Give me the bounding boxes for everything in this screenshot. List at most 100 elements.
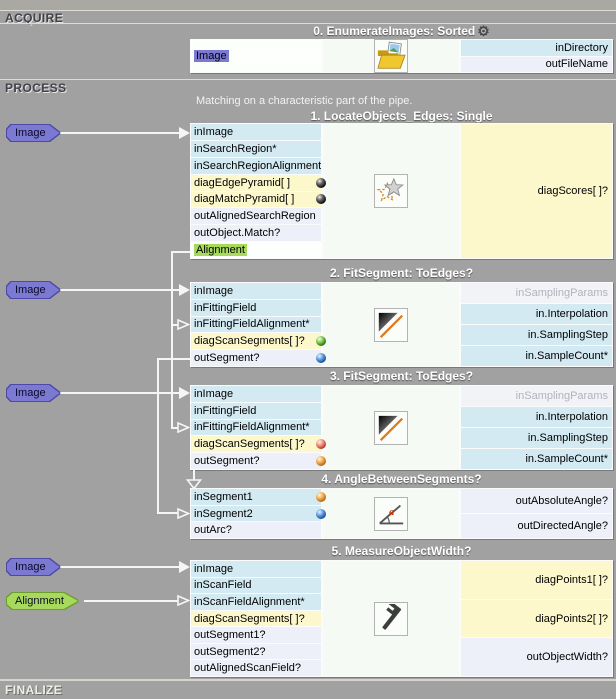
output-row[interactable]: outSegment?: [191, 350, 321, 366]
filter-icon-cell[interactable]: [321, 386, 461, 469]
output-row[interactable]: outObject.Match?: [191, 225, 321, 242]
params-cell[interactable]: diagScores[ ]?: [461, 124, 612, 258]
diag-row[interactable]: diagEdgePyramid[ ]: [191, 175, 321, 192]
ports-cell[interactable]: inSegment1 inSegment2 outArc?: [191, 489, 321, 538]
comment-text[interactable]: Matching on a characteristic part of the…: [196, 95, 412, 107]
param-row[interactable]: outDirectedAngle?: [461, 514, 612, 538]
wire: [157, 358, 190, 360]
filter-block-fit-segment-2[interactable]: inImage inFittingField inFittingFieldAli…: [190, 385, 613, 470]
output-cell[interactable]: outObjectWidth?: [461, 638, 612, 676]
input-row[interactable]: inImage: [191, 124, 321, 141]
input-row[interactable]: inFittingField: [191, 300, 321, 317]
pill-label[interactable]: Image: [7, 385, 60, 401]
gear-icon[interactable]: ⚙: [477, 23, 490, 39]
filter-icon-cell[interactable]: [321, 124, 461, 258]
outputs-cell[interactable]: Image: [191, 40, 321, 72]
output-row[interactable]: outSegment1?: [191, 627, 321, 644]
filter-block-enumerate-images[interactable]: Image inDirectory outFileName: [190, 39, 613, 73]
input-row[interactable]: inImage: [191, 386, 321, 403]
macro-input-image-3[interactable]: Image: [7, 385, 60, 401]
input-row[interactable]: inImage: [191, 283, 321, 300]
input-row[interactable]: inFittingFieldAlignment*: [191, 420, 321, 437]
wire: [157, 358, 159, 514]
diag-row[interactable]: diagScanSegments[ ]?: [191, 611, 321, 628]
output-row[interactable]: outSegment?: [191, 453, 321, 469]
param-row[interactable]: outFileName: [461, 57, 612, 73]
params-cell[interactable]: diagPoints1[ ]? diagPoints2[ ]? outObjec…: [461, 561, 612, 676]
param-row[interactable]: in.Interpolation: [461, 304, 612, 325]
pill-label[interactable]: Image: [7, 559, 60, 575]
diag-row[interactable]: diagScanSegments[ ]?: [191, 436, 321, 453]
filter-icon-cell[interactable]: [321, 561, 461, 676]
port-label: diagScanSegments[ ]?: [194, 613, 305, 625]
param-row[interactable]: in.SamplingStep: [461, 325, 612, 346]
output-row[interactable]: outAlignedScanField?: [191, 660, 321, 676]
params-cell[interactable]: inDirectory outFileName: [461, 40, 612, 72]
selected-output-label[interactable]: Image: [194, 50, 229, 62]
diag-output-cell[interactable]: diagScores[ ]?: [461, 124, 612, 258]
filter-header-angle-between-segments[interactable]: 4. AngleBetweenSegments?: [190, 472, 613, 486]
params-cell[interactable]: inSamplingParams in.Interpolation in.Sam…: [461, 386, 612, 469]
filter-block-fit-segment-1[interactable]: inImage inFittingField inFittingFieldAli…: [190, 282, 613, 367]
output-row[interactable]: outArc?: [191, 522, 321, 538]
diag-output-cell[interactable]: diagPoints1[ ]?: [461, 561, 612, 600]
macro-input-image-2[interactable]: Image: [7, 282, 60, 298]
macro-input-image-1[interactable]: Image: [7, 125, 60, 141]
macro-input-image-4[interactable]: Image: [7, 559, 60, 575]
ports-cell[interactable]: inImage inScanField inScanFieldAlignment…: [191, 561, 321, 676]
input-row[interactable]: inScanField: [191, 578, 321, 595]
filter-block-angle-between-segments[interactable]: inSegment1 inSegment2 outArc? a outAbsol…: [190, 488, 613, 539]
output-row-alignment[interactable]: Alignment: [191, 242, 321, 258]
filter-block-measure-object-width[interactable]: inImage inScanField inScanFieldAlignment…: [190, 560, 613, 677]
param-row[interactable]: outAbsoluteAngle?: [461, 489, 612, 514]
section-finalize[interactable]: FINALIZE: [5, 683, 62, 697]
diag-output-cell[interactable]: diagPoints2[ ]?: [461, 600, 612, 639]
filter-icon-cell[interactable]: [321, 40, 461, 72]
param-label: inSamplingParams: [516, 287, 608, 299]
param-row[interactable]: in.SampleCount*: [461, 346, 612, 366]
filter-block-locate-objects[interactable]: inImage inSearchRegion* inSearchRegionAl…: [190, 123, 613, 259]
param-row[interactable]: in.SampleCount*: [461, 449, 612, 469]
selected-output-label[interactable]: Alignment: [194, 244, 247, 256]
input-row[interactable]: inSearchRegion*: [191, 141, 321, 158]
param-label: inDirectory: [555, 42, 608, 54]
param-row[interactable]: in.SamplingStep: [461, 428, 612, 449]
output-row[interactable]: outSegment2?: [191, 644, 321, 661]
param-label: in.SampleCount*: [525, 453, 608, 465]
input-row[interactable]: inImage: [191, 561, 321, 578]
filter-header-locate-objects[interactable]: 1. LocateObjects_Edges: Single: [190, 109, 613, 123]
output-row[interactable]: outAlignedSearchRegion: [191, 208, 321, 225]
ports-cell[interactable]: inImage inSearchRegion* inSearchRegionAl…: [191, 124, 321, 258]
input-row[interactable]: inSegment1: [191, 489, 321, 506]
param-row-disabled[interactable]: inSamplingParams: [461, 283, 612, 304]
arrowhead-icon: [179, 561, 190, 573]
output-row-image[interactable]: Image: [191, 40, 321, 72]
pill-label[interactable]: Image: [7, 125, 60, 141]
input-row[interactable]: inFittingField: [191, 403, 321, 420]
section-process[interactable]: PROCESS: [5, 81, 66, 95]
macro-input-alignment[interactable]: Alignment: [7, 593, 78, 609]
params-cell[interactable]: inSamplingParams in.Interpolation in.Sam…: [461, 283, 612, 366]
ports-cell[interactable]: inImage inFittingField inFittingFieldAli…: [191, 283, 321, 366]
param-row[interactable]: inDirectory: [461, 40, 612, 57]
diag-row[interactable]: diagMatchPyramid[ ]: [191, 192, 321, 209]
input-row[interactable]: inSearchRegionAlignment*: [191, 158, 321, 175]
port-label: outObject.Match?: [194, 227, 280, 239]
diag-row[interactable]: diagScanSegments[ ]?: [191, 333, 321, 350]
filter-icon-cell[interactable]: a: [321, 489, 461, 538]
input-row[interactable]: inSegment2: [191, 506, 321, 523]
param-row[interactable]: in.Interpolation: [461, 407, 612, 428]
filter-icon-cell[interactable]: [321, 283, 461, 366]
filter-header-enumerate-images[interactable]: 0. EnumerateImages: Sorted⚙: [190, 24, 613, 38]
port-label: outSegment2?: [194, 646, 266, 658]
filter-header-measure-object-width[interactable]: 5. MeasureObjectWidth?: [190, 544, 613, 558]
input-row[interactable]: inFittingFieldAlignment*: [191, 317, 321, 334]
pill-label[interactable]: Alignment: [7, 593, 78, 609]
filter-header-fit-segment-1[interactable]: 2. FitSegment: ToEdges?: [190, 266, 613, 280]
input-row[interactable]: inScanFieldAlignment*: [191, 594, 321, 611]
filter-header-fit-segment-2[interactable]: 3. FitSegment: ToEdges?: [190, 369, 613, 383]
ports-cell[interactable]: inImage inFittingField inFittingFieldAli…: [191, 386, 321, 469]
pill-label[interactable]: Image: [7, 282, 60, 298]
param-row-disabled[interactable]: inSamplingParams: [461, 386, 612, 407]
params-cell[interactable]: outAbsoluteAngle? outDirectedAngle?: [461, 489, 612, 538]
